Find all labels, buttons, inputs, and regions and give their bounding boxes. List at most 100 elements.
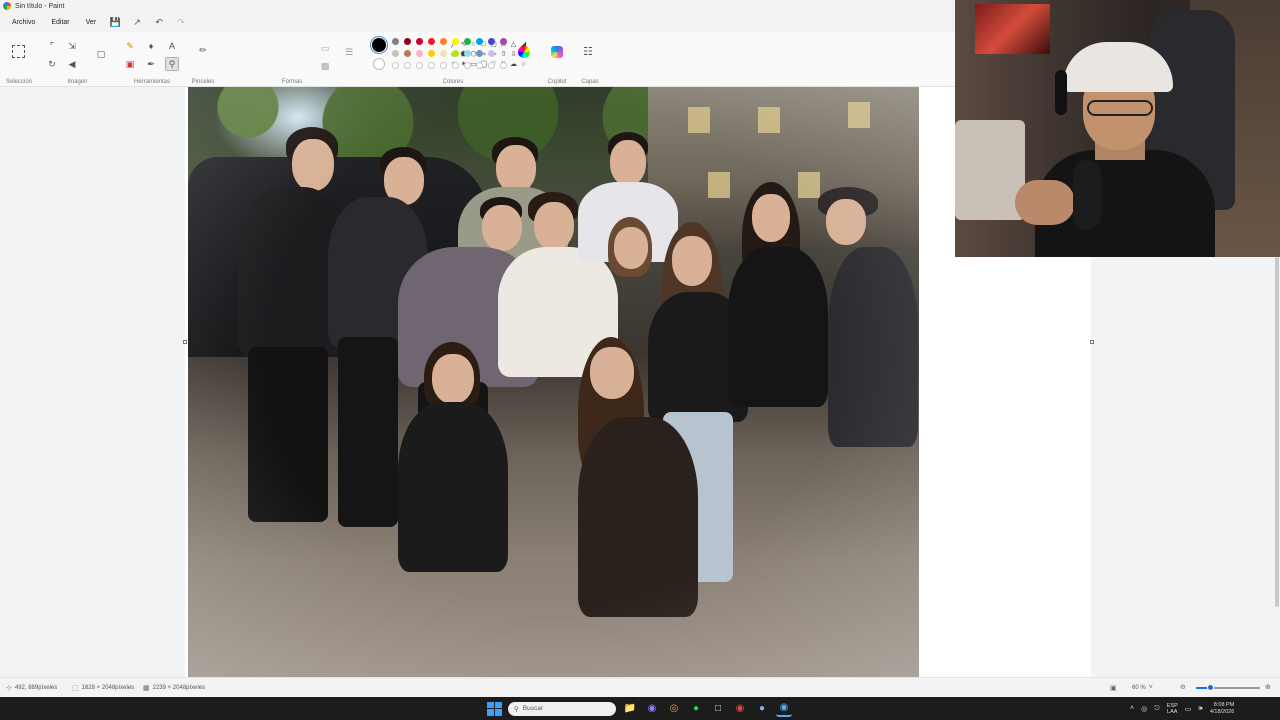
color-swatch[interactable] — [500, 50, 507, 57]
selection-size-value: 1628 × 2048píxeles — [81, 685, 135, 691]
color-swatch[interactable] — [464, 38, 471, 45]
zoom-value[interactable]: 60 % — [1132, 685, 1146, 691]
zoom-slider[interactable] — [1196, 684, 1260, 691]
color-swatch[interactable] — [404, 38, 411, 45]
zoom-in-button[interactable]: ⊕ — [1265, 683, 1271, 691]
group-herramientas: ✎ ♦ A ▣ ✒ ⚲ Herramientas — [120, 35, 184, 85]
chrome-icon[interactable]: ◎ — [666, 701, 682, 717]
system-tray: ˄ ◎ ⎋ ESP LAA ▭ 🕪 8:08 PM 4/18/2026 — [1130, 697, 1234, 720]
group-seleccion: Selección — [0, 35, 38, 85]
zoom-in-icon[interactable]: ⊕ — [1265, 683, 1271, 691]
color-swatch[interactable] — [440, 38, 447, 45]
resize-icon[interactable]: ⇲ — [65, 39, 79, 53]
color-swatch[interactable] — [392, 38, 399, 45]
custom-color-slot[interactable] — [404, 62, 411, 69]
crop-icon[interactable]: ⌜ — [45, 39, 59, 53]
save-icon[interactable]: 💾 — [106, 14, 124, 30]
share-icon[interactable]: ↗ — [128, 14, 146, 30]
color-picker-icon[interactable]: ✒ — [144, 57, 158, 71]
secondary-color-swatch[interactable] — [373, 58, 385, 70]
canvas-resize-handle-left[interactable] — [183, 340, 187, 344]
color-swatch[interactable] — [416, 38, 423, 45]
vertical-scrollbar[interactable] — [1275, 257, 1279, 607]
paint-taskbar-icon[interactable]: ◉ — [776, 701, 792, 717]
zoom-out-icon[interactable]: ⊖ — [1180, 683, 1186, 691]
custom-color-slot[interactable] — [440, 62, 447, 69]
color-swatch[interactable] — [464, 50, 471, 57]
color-swatch[interactable] — [416, 50, 423, 57]
brush-icon[interactable]: ✏ — [196, 43, 210, 57]
rotate-icon[interactable]: ↻ — [45, 57, 59, 71]
volume-icon[interactable]: 🕪 — [1198, 705, 1202, 713]
magnifier-icon[interactable]: ⚲ — [165, 57, 179, 71]
image-tools-icon[interactable]: ▢ — [94, 47, 108, 61]
primary-color-swatch[interactable] — [370, 36, 388, 54]
group-capas: Capas — [576, 35, 604, 85]
language-indicator[interactable]: ESP LAA — [1167, 703, 1178, 715]
pasted-photo-group[interactable] — [188, 87, 919, 677]
zoom-level[interactable]: 60 % ˅ — [1132, 684, 1153, 691]
microphone-icon[interactable]: ⎋ — [1154, 705, 1160, 713]
custom-color-slot[interactable] — [488, 62, 495, 69]
taskbar-search[interactable]: ⚲ Buscar — [508, 701, 616, 716]
zoom-out-button[interactable]: ⊖ — [1180, 683, 1186, 691]
copilot-icon[interactable] — [551, 46, 563, 58]
custom-color-slot[interactable] — [464, 62, 471, 69]
color-swatch[interactable] — [392, 50, 399, 57]
discord-icon[interactable]: ◉ — [644, 701, 660, 717]
canvas-resize-handle-right[interactable] — [1090, 340, 1094, 344]
webcam-poster — [975, 4, 1050, 54]
custom-color-slot[interactable] — [392, 62, 399, 69]
color-swatch[interactable] — [440, 50, 447, 57]
windows-start-icon[interactable] — [486, 701, 502, 717]
display-icon[interactable]: ▭ — [1185, 705, 1192, 713]
shape-size-icon[interactable]: ☰ — [342, 45, 356, 59]
fill-icon[interactable]: ♦ — [144, 39, 158, 53]
custom-color-slot[interactable] — [428, 62, 435, 69]
color-swatch[interactable] — [500, 38, 507, 45]
outline-icon[interactable]: ▭ — [318, 41, 332, 55]
fit-window-icon[interactable]: ▣ — [1110, 684, 1117, 692]
redo-icon[interactable]: ↷ — [172, 14, 190, 30]
undo-icon[interactable]: ↶ — [150, 14, 168, 30]
file-explorer-icon[interactable]: 📁 — [622, 701, 638, 717]
zoom-slider-thumb[interactable] — [1207, 684, 1215, 691]
custom-color-slot[interactable] — [500, 62, 507, 69]
selection-size: ⬚ 1628 × 2048píxeles — [72, 684, 134, 692]
custom-color-slot[interactable] — [416, 62, 423, 69]
spotify-icon[interactable]: ● — [688, 701, 704, 717]
clock[interactable]: 8:08 PM 4/18/2026 — [1210, 702, 1234, 716]
color-swatch[interactable] — [452, 38, 459, 45]
chevron-up-icon[interactable]: ˄ — [1130, 705, 1134, 712]
rectangle-select-icon[interactable] — [12, 45, 25, 58]
edit-colors-icon[interactable] — [518, 46, 530, 58]
color-swatch[interactable] — [488, 38, 495, 45]
webcam-overlay — [955, 0, 1280, 257]
menu-ver[interactable]: Ver — [80, 17, 103, 28]
chevron-down-icon[interactable]: ˅ — [1149, 684, 1153, 691]
pencil-icon[interactable]: ✎ — [123, 39, 137, 53]
shape-fill-icon[interactable]: ▩ — [318, 59, 332, 73]
eraser-icon[interactable]: ▣ — [123, 57, 137, 71]
layers-icon[interactable]: ☷ — [583, 45, 593, 58]
fit-to-window[interactable]: ▣ — [1110, 684, 1117, 692]
color-swatch[interactable] — [476, 38, 483, 45]
color-swatch[interactable] — [428, 50, 435, 57]
flip-icon[interactable]: ◀ — [65, 57, 79, 71]
color-swatch[interactable] — [476, 50, 483, 57]
menu-archivo[interactable]: Archivo — [6, 17, 41, 28]
terminal-icon[interactable]: □ — [710, 701, 726, 717]
network-icon[interactable]: ◎ — [1141, 705, 1147, 713]
color-swatch[interactable] — [404, 50, 411, 57]
text-icon[interactable]: A — [165, 39, 179, 53]
group-label-seleccion: Selección — [5, 79, 32, 85]
custom-color-slot[interactable] — [452, 62, 459, 69]
custom-color-slot[interactable] — [476, 62, 483, 69]
menu-editar[interactable]: Editar — [45, 17, 75, 28]
color-swatch[interactable] — [488, 50, 495, 57]
color-swatch[interactable] — [452, 50, 459, 57]
color-swatch[interactable] — [428, 38, 435, 45]
obs-icon[interactable]: ◉ — [732, 701, 748, 717]
clock-time: 8:08 PM — [1213, 701, 1235, 708]
steam-icon[interactable]: ● — [754, 701, 770, 717]
